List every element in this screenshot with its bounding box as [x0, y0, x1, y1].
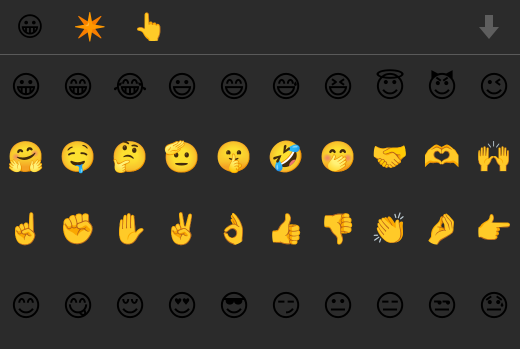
- symbols-category-tab[interactable]: ✴️: [73, 10, 107, 44]
- emoji-saluting-face[interactable]: 🫡: [157, 133, 207, 183]
- smiley-icon: 😀: [15, 11, 45, 43]
- emoji-smiling-devil[interactable]: 😈: [417, 63, 467, 113]
- emoji-relieved-face[interactable]: 😌: [105, 282, 155, 332]
- emoji-downcast-sweat[interactable]: 😓: [469, 282, 519, 332]
- emoji-grinning-big-eyes[interactable]: 😃: [157, 63, 207, 113]
- emoji-keyboard: 😀 ✴️ 👆 😀 😁 😂 😃 😄 😅 😆 😇 😈 😉 🤗 🤤 🤔 🫡 🤫 🤣 🤭…: [0, 0, 520, 349]
- emoji-tears-of-joy[interactable]: 😂: [105, 63, 155, 113]
- emoji-thinking-face[interactable]: 🤔: [105, 133, 155, 183]
- emoji-grinning-sweat[interactable]: 😅: [261, 63, 311, 113]
- emoji-victory-hand[interactable]: ✌️: [157, 205, 207, 255]
- emoji-row-3: ☝️ ✊ ✋ ✌️ 👌 👍 👎 👏 🤌 👉: [0, 205, 520, 265]
- emoji-raising-hands[interactable]: 🙌: [469, 133, 519, 183]
- emoji-unamused-face[interactable]: 😒: [417, 282, 467, 332]
- emoji-handshake[interactable]: 🤝: [365, 133, 415, 183]
- emoji-row-4: 😊 😋 😌 😍 😎 😏 😐 😑 😒 😓: [0, 282, 520, 342]
- emoji-grid: 😀 😁 😂 😃 😄 😅 😆 😇 😈 😉 🤗 🤤 🤔 🫡 🤫 🤣 🤭 🤝 🫶 🙌: [0, 55, 520, 349]
- sparkle-star-icon: ✴️: [73, 11, 107, 43]
- smileys-category-tab[interactable]: 😀: [13, 10, 47, 44]
- emoji-row-2: 🤗 🤤 🤔 🫡 🤫 🤣 🤭 🤝 🫶 🙌: [0, 133, 520, 193]
- emoji-sunglasses-face[interactable]: 😎: [209, 282, 259, 332]
- emoji-drooling-face[interactable]: 🤤: [53, 133, 103, 183]
- category-bar: 😀 ✴️ 👆: [0, 0, 520, 54]
- emoji-squinting-face[interactable]: 😆: [313, 63, 363, 113]
- emoji-thumbs-up[interactable]: 👍: [261, 205, 311, 255]
- collapse-keyboard-button[interactable]: [474, 12, 504, 42]
- emoji-hand-over-mouth[interactable]: 🤭: [313, 133, 363, 183]
- emoji-expressionless-face[interactable]: 😑: [365, 282, 415, 332]
- gestures-category-tab[interactable]: 👆: [133, 10, 167, 44]
- emoji-raised-hand[interactable]: ✋: [105, 205, 155, 255]
- pointing-up-hand-icon: 👆: [133, 11, 167, 43]
- emoji-hugging-face[interactable]: 🤗: [1, 133, 51, 183]
- emoji-grinning-smiling-eyes[interactable]: 😄: [209, 63, 259, 113]
- emoji-heart-hands[interactable]: 🫶: [417, 133, 467, 183]
- emoji-winking-face[interactable]: 😉: [469, 63, 519, 113]
- emoji-grinning-face[interactable]: 😀: [1, 63, 51, 113]
- emoji-smiling-eyes[interactable]: 😊: [1, 282, 51, 332]
- emoji-heart-eyes[interactable]: 😍: [157, 282, 207, 332]
- emoji-thumbs-down[interactable]: 👎: [313, 205, 363, 255]
- emoji-ok-hand[interactable]: 👌: [209, 205, 259, 255]
- emoji-neutral-face[interactable]: 😐: [313, 282, 363, 332]
- emoji-row-1: 😀 😁 😂 😃 😄 😅 😆 😇 😈 😉: [0, 63, 520, 123]
- emoji-rolling-laughing[interactable]: 🤣: [261, 133, 311, 183]
- emoji-pinched-fingers[interactable]: 🤌: [417, 205, 467, 255]
- emoji-clapping-hands[interactable]: 👏: [365, 205, 415, 255]
- emoji-halo-face[interactable]: 😇: [365, 63, 415, 113]
- emoji-shushing-face[interactable]: 🤫: [209, 133, 259, 183]
- emoji-savoring-food[interactable]: 😋: [53, 282, 103, 332]
- down-arrow-icon: [479, 15, 499, 39]
- emoji-raised-fist[interactable]: ✊: [53, 205, 103, 255]
- emoji-beaming-face[interactable]: 😁: [53, 63, 103, 113]
- emoji-pointing-right[interactable]: 👉: [469, 205, 519, 255]
- emoji-smirking-face[interactable]: 😏: [261, 282, 311, 332]
- emoji-index-pointing-up[interactable]: ☝️: [1, 205, 51, 255]
